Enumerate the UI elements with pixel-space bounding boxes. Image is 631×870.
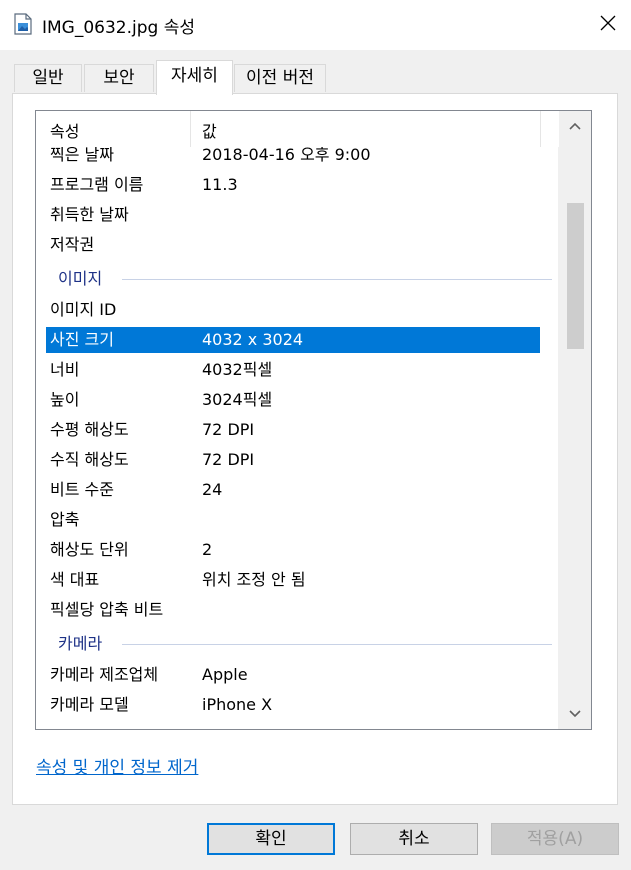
property-name: 높이 [50,390,80,409]
property-name: 이미지 ID [50,300,117,319]
group-header: 이미지 [46,266,552,292]
tab-security[interactable]: 보안 [84,64,154,92]
property-row[interactable]: 수직 해상도 72 DPI [46,447,540,473]
property-value: 2 [202,540,213,559]
property-name: 너비 [50,360,80,379]
property-list[interactable]: 찍은 날짜 2018-04-16 오후 9:00 프로그램 이름 11.3 취득한 날짜… [35,110,592,730]
window-title: IMG_0632.jpg 속성 [42,18,196,38]
property-name: 압축 [50,510,80,529]
property-value: 11.3 [202,175,238,194]
property-name: 취득한 날짜 [50,205,129,224]
property-value: 3024픽셀 [202,390,273,409]
property-row[interactable]: 압축 [46,507,540,533]
column-header-name[interactable]: 속성 [50,118,79,142]
ok-button[interactable]: 확인 [207,823,335,855]
group-divider [122,279,552,280]
property-name: 해상도 단위 [50,540,129,559]
vertical-scrollbar[interactable] [558,111,591,729]
tab-details[interactable]: 자세히 [156,60,233,95]
property-name: 수평 해상도 [50,420,129,439]
property-name: 카메라 모델 [50,695,129,714]
property-value: 72 DPI [202,450,255,469]
group-header: 카메라 [46,631,552,657]
property-row[interactable]: 높이 3024픽셀 [46,387,540,413]
scroll-up-button[interactable] [558,111,591,141]
property-row[interactable]: 사진 크기 4032 x 3024 [46,327,540,353]
close-icon [600,15,616,31]
scroll-thumb[interactable] [567,203,584,349]
property-row[interactable]: 저작권 [46,232,540,258]
property-row[interactable]: 프로그램 이름 11.3 [46,172,540,198]
property-value: 24 [202,480,223,499]
property-row[interactable]: 비트 수준 24 [46,477,540,503]
property-row[interactable]: 수평 해상도 72 DPI [46,417,540,443]
property-row[interactable]: 해상도 단위 2 [46,537,540,563]
property-name: 프로그램 이름 [50,175,144,194]
chevron-down-icon [568,710,581,718]
title-bar: IMG_0632.jpg 속성 [0,0,631,50]
chevron-up-icon [568,122,581,130]
property-row[interactable]: 이미지 ID [46,297,540,323]
remove-properties-link[interactable]: 속성 및 개인 정보 제거 [36,753,198,778]
property-value: Apple [202,665,248,684]
property-name: 카메라 제조업체 [50,665,159,684]
tab-previous-versions[interactable]: 이전 버전 [234,64,326,92]
property-row[interactable]: 카메라 모델 iPhone X [46,692,540,718]
property-value: iPhone X [202,695,273,714]
column-header-value[interactable]: 값 [202,118,217,142]
property-name: 사진 크기 [50,330,114,349]
close-button[interactable] [585,0,631,46]
property-value: 72 DPI [202,420,255,439]
group-label: 이미지 [58,269,103,288]
property-row[interactable]: 너비 4032픽셀 [46,357,540,383]
property-row[interactable]: 취득한 날짜 [46,202,540,228]
tab-general[interactable]: 일반 [14,64,82,92]
property-value: 4032 x 3024 [202,330,304,349]
property-name: 색 대표 [50,570,100,589]
property-value: 4032픽셀 [202,360,273,379]
details-panel: 찍은 날짜 2018-04-16 오후 9:00 프로그램 이름 11.3 취득한 날짜… [12,93,618,805]
image-file-icon [14,13,32,35]
cancel-button[interactable]: 취소 [350,823,478,855]
column-divider[interactable] [540,111,541,147]
scroll-down-button[interactable] [558,699,591,729]
property-row[interactable]: 색 대표 위치 조정 안 됨 [46,567,540,593]
property-row[interactable]: 카메라 제조업체 Apple [46,662,540,688]
property-value: 위치 조정 안 됨 [202,570,306,589]
property-name: 비트 수준 [50,480,114,499]
property-row[interactable]: 픽셀당 압축 비트 [46,597,540,623]
property-name: 수직 해상도 [50,450,129,469]
apply-button[interactable]: 적용(A) [491,823,619,855]
property-name: 저작권 [50,235,95,254]
column-header: 속성 값 [36,111,559,147]
column-divider[interactable] [190,111,191,147]
group-label: 카메라 [58,634,103,653]
property-name: 픽셀당 압축 비트 [50,600,164,619]
group-divider [122,644,552,645]
